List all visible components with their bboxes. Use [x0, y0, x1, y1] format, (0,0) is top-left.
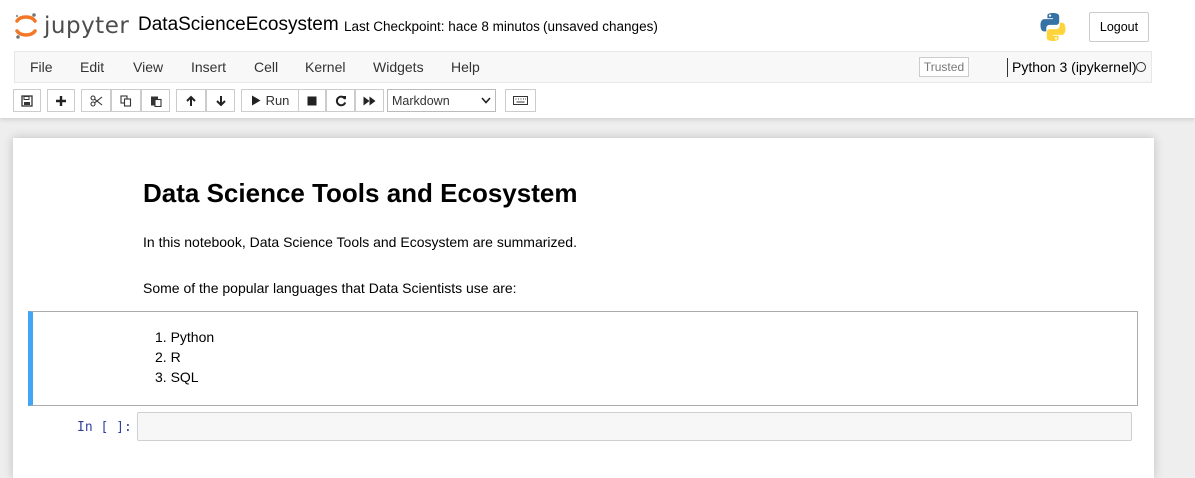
languages-list: 1. Python 2. R 3. SQL: [155, 327, 214, 387]
arrow-up-icon: [186, 95, 196, 106]
menu-help[interactable]: Help: [451, 59, 480, 75]
jupyter-logo[interactable]: jupyter: [14, 10, 129, 42]
menu-view[interactable]: View: [133, 59, 163, 75]
list-item: 1. Python: [155, 329, 215, 345]
kernel-divider: [1007, 58, 1008, 77]
chevron-down-icon: [481, 97, 491, 104]
copy-icon: [120, 94, 132, 107]
notebook-container: Data Science Tools and Ecosystem In this…: [13, 138, 1154, 478]
cut-button[interactable]: [81, 89, 111, 112]
run-label: Run: [265, 93, 290, 108]
run-button[interactable]: Run: [241, 89, 299, 112]
header: jupyter DataScienceEcosystem Last Checkp…: [0, 0, 1195, 118]
keyboard-icon: [513, 96, 528, 105]
kernel-name[interactable]: Python 3 (ipykernel): [1012, 59, 1137, 75]
list-item: 2. R: [155, 349, 181, 365]
menu-kernel[interactable]: Kernel: [305, 59, 345, 75]
cell-type-select[interactable]: Markdown: [387, 89, 496, 112]
list-item: 3. SQL: [155, 369, 199, 385]
menu-widgets[interactable]: Widgets: [373, 59, 424, 75]
play-icon: [251, 95, 261, 106]
languages-intro-text: Some of the popular languages that Data …: [143, 280, 517, 296]
plus-icon: [56, 95, 66, 106]
logout-button[interactable]: Logout: [1089, 12, 1149, 42]
menu-edit[interactable]: Edit: [80, 59, 104, 75]
save-icon: [21, 94, 33, 107]
restart-icon: [335, 95, 346, 106]
intro-text: In this notebook, Data Science Tools and…: [143, 234, 577, 250]
input-prompt: In [ ]:: [77, 420, 132, 435]
arrow-down-icon: [215, 95, 226, 106]
cell-type-value: Markdown: [392, 93, 450, 108]
restart-run-all-button[interactable]: [355, 89, 384, 112]
menu-file[interactable]: File: [30, 59, 53, 75]
stop-icon: [307, 96, 317, 105]
kernel-idle-indicator: [1136, 62, 1146, 72]
command-palette-button[interactable]: [505, 89, 536, 112]
trusted-button[interactable]: Trusted: [919, 57, 969, 77]
fast-forward-icon: [363, 96, 376, 105]
save-button[interactable]: [13, 89, 41, 112]
move-up-button[interactable]: [176, 89, 206, 112]
copy-button[interactable]: [111, 89, 141, 112]
notebook-name[interactable]: DataScienceEcosystem: [138, 14, 339, 36]
insert-cell-button[interactable]: [47, 89, 75, 112]
restart-button[interactable]: [326, 89, 355, 112]
paste-icon: [150, 96, 162, 107]
menu-cell[interactable]: Cell: [254, 59, 278, 75]
move-down-button[interactable]: [206, 89, 235, 112]
notebook-heading: Data Science Tools and Ecosystem: [143, 178, 578, 208]
menu-insert[interactable]: Insert: [191, 59, 226, 75]
paste-button[interactable]: [141, 89, 170, 112]
python-icon: [1040, 13, 1066, 41]
checkpoint-status: Last Checkpoint: hace 8 minutos: [344, 19, 540, 34]
cut-icon: [89, 94, 102, 107]
autosave-status: (unsaved changes): [543, 19, 658, 34]
menu-bar: File Edit View Insert Cell Kernel Widget…: [14, 51, 1152, 83]
jupyter-logo-icon: [15, 13, 37, 39]
code-cell-input[interactable]: [137, 412, 1132, 441]
interrupt-button[interactable]: [298, 89, 326, 112]
logo-text: jupyter: [44, 13, 130, 39]
selected-markdown-cell[interactable]: 1. Python 2. R 3. SQL: [28, 311, 1138, 406]
